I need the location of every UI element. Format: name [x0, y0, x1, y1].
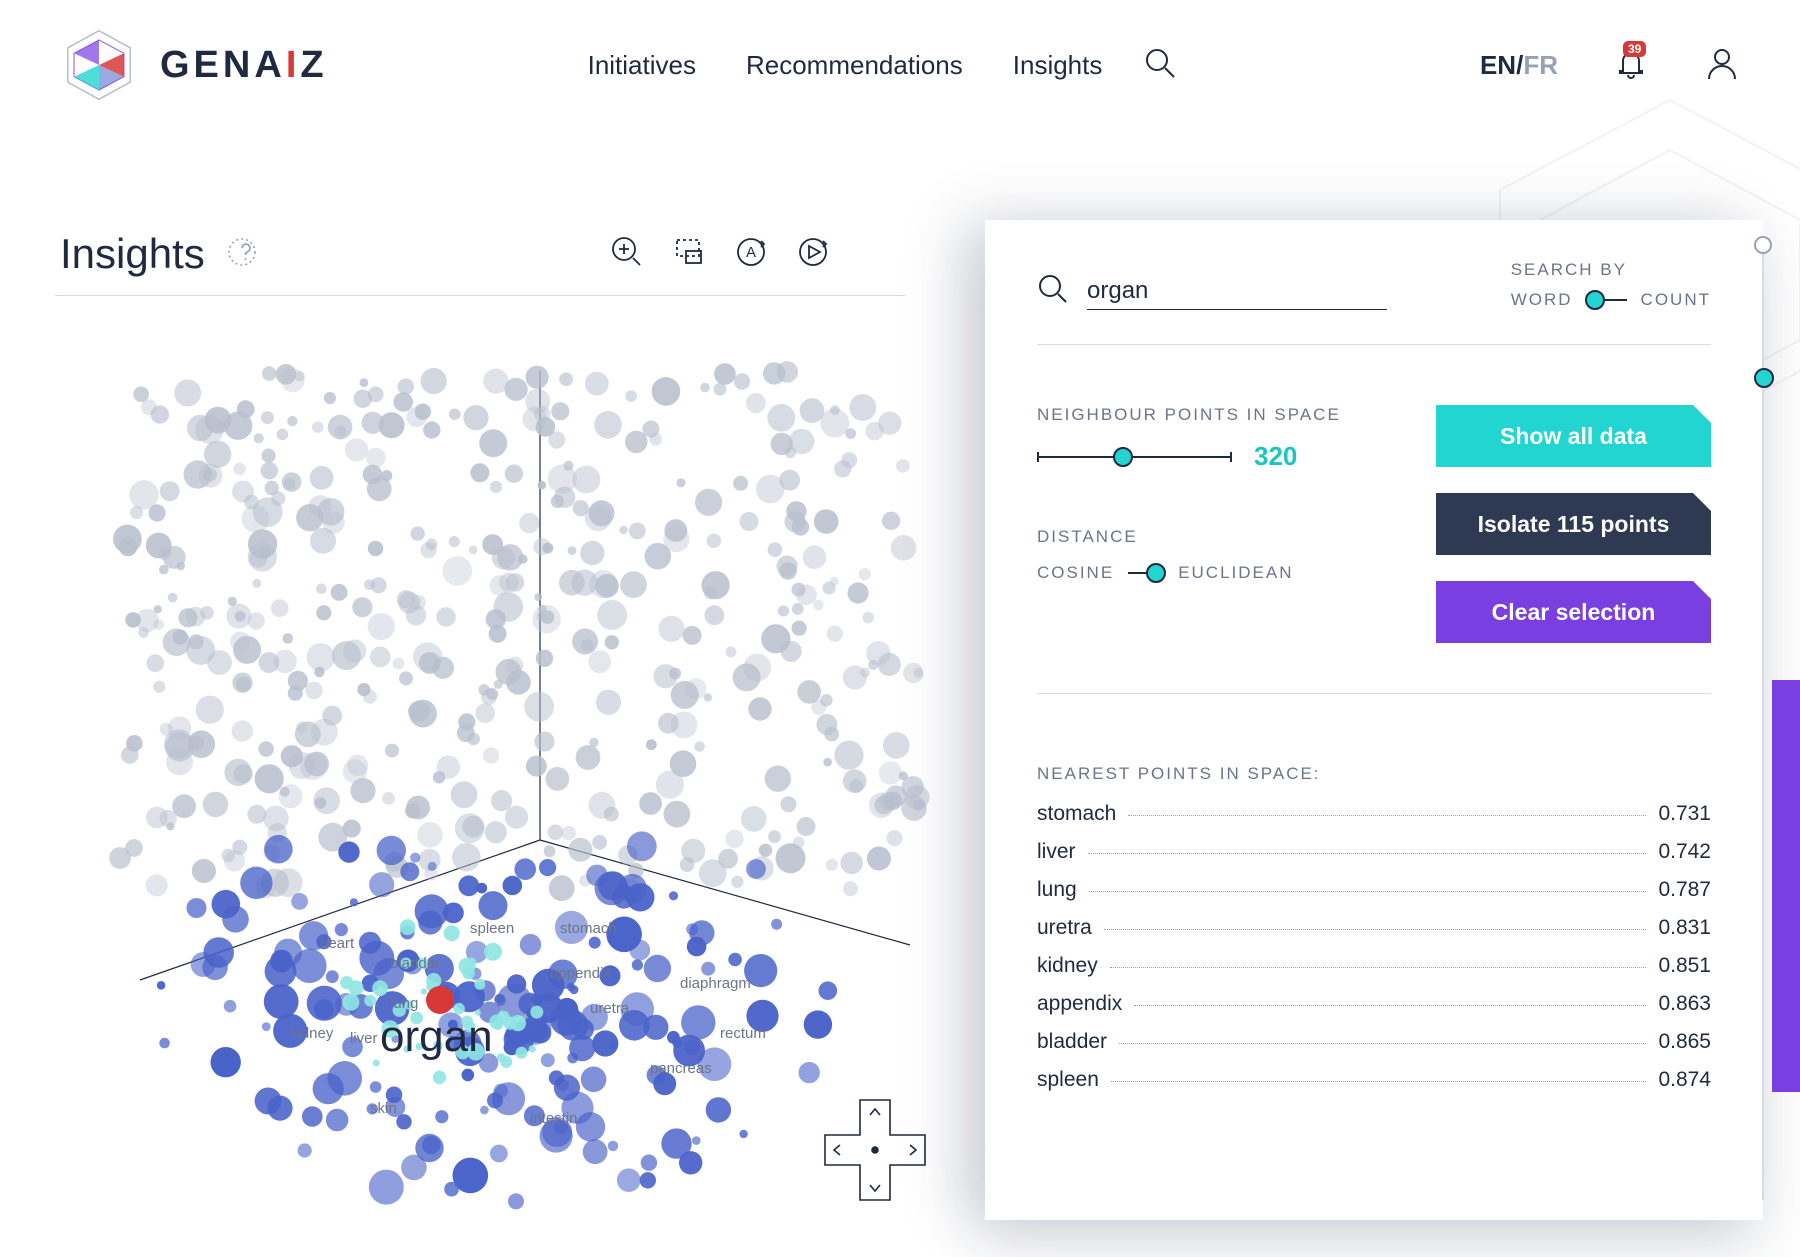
- search-by-label: SEARCH BY: [1511, 260, 1711, 280]
- nearest-value: 0.874: [1658, 1068, 1711, 1092]
- page-title: Insights: [60, 230, 205, 278]
- neighbour-value: 320: [1254, 441, 1297, 472]
- header-right: EN/FR 39: [1480, 45, 1740, 86]
- nearest-points: NEAREST POINTS IN SPACE: stomach 0.731 liv…: [1037, 764, 1711, 1092]
- nearest-label: stomach: [1037, 802, 1116, 826]
- nearest-row[interactable]: spleen 0.874: [1037, 1068, 1711, 1092]
- notifications-count: 39: [1623, 41, 1646, 57]
- clear-selection-button[interactable]: Clear selection: [1436, 581, 1711, 643]
- nearest-label: bladder: [1037, 1030, 1107, 1054]
- header: GENAIZ Initiatives Recommendations Insig…: [0, 0, 1800, 130]
- nav-recommendations[interactable]: Recommendations: [746, 50, 963, 81]
- search-icon[interactable]: [1142, 45, 1178, 86]
- selected-label: organ: [380, 1012, 493, 1062]
- box-select-icon[interactable]: [672, 235, 706, 274]
- show-all-button[interactable]: Show all data: [1436, 405, 1711, 467]
- nearest-value: 0.863: [1658, 992, 1711, 1016]
- help-icon[interactable]: [227, 237, 291, 272]
- page-header: Insights A: [0, 130, 900, 290]
- search-input[interactable]: [1087, 273, 1387, 310]
- viz-toolbar: A: [610, 235, 830, 274]
- nearest-label: liver: [1037, 840, 1076, 864]
- notifications-icon[interactable]: 39: [1613, 45, 1649, 86]
- panel-search-icon[interactable]: [1037, 273, 1069, 310]
- nearest-value: 0.731: [1658, 802, 1711, 826]
- logo-text: GENAIZ: [160, 44, 328, 87]
- search-by-toggle[interactable]: WORD COUNT: [1511, 290, 1711, 310]
- logo-icon: [60, 26, 138, 104]
- distance-label: DISTANCE: [1037, 527, 1396, 547]
- nearest-row[interactable]: kidney 0.851: [1037, 954, 1711, 978]
- nearest-label: lung: [1037, 878, 1077, 902]
- nearest-label: kidney: [1037, 954, 1098, 978]
- nearest-row[interactable]: stomach 0.731: [1037, 802, 1711, 826]
- nearest-row[interactable]: appendix 0.863: [1037, 992, 1711, 1016]
- zoom-in-icon[interactable]: [610, 235, 644, 274]
- nearest-value: 0.742: [1658, 840, 1711, 864]
- nav-insights[interactable]: Insights: [1013, 50, 1103, 81]
- neighbour-label: NEIGHBOUR POINTS IN SPACE: [1037, 405, 1396, 425]
- control-panel: SEARCH BY WORD COUNT NEIGHBOUR POINTS IN…: [985, 220, 1763, 1220]
- nearest-title: NEAREST POINTS IN SPACE:: [1037, 764, 1711, 784]
- nearest-row[interactable]: liver 0.742: [1037, 840, 1711, 864]
- toggle-count: COUNT: [1641, 290, 1711, 310]
- toggle-cosine: COSINE: [1037, 563, 1114, 583]
- side-accent: [1772, 680, 1800, 1092]
- reset-view-icon[interactable]: A: [734, 235, 768, 274]
- divider: [1037, 344, 1711, 345]
- nav-initiatives[interactable]: Initiatives: [588, 50, 696, 81]
- distance-toggle[interactable]: COSINE EUCLIDEAN: [1037, 563, 1396, 583]
- nearest-value: 0.831: [1658, 916, 1711, 940]
- divider: [1037, 693, 1711, 694]
- logo[interactable]: GENAIZ: [60, 26, 328, 104]
- dpad-control[interactable]: [820, 1095, 930, 1210]
- play-icon[interactable]: [796, 235, 830, 274]
- embedding-scatter[interactable]: heartspleenstomachbladderappendixdiaphra…: [80, 340, 950, 1180]
- selected-point[interactable]: [426, 986, 454, 1014]
- nearest-label: appendix: [1037, 992, 1122, 1016]
- divider: [55, 295, 905, 296]
- nearest-label: spleen: [1037, 1068, 1099, 1092]
- nearest-row[interactable]: bladder 0.865: [1037, 1030, 1711, 1054]
- user-icon[interactable]: [1704, 45, 1740, 86]
- nearest-value: 0.787: [1658, 878, 1711, 902]
- isolate-button[interactable]: Isolate 115 points: [1436, 493, 1711, 555]
- nearest-value: 0.851: [1658, 954, 1711, 978]
- nearest-value: 0.865: [1658, 1030, 1711, 1054]
- language-toggle[interactable]: EN/FR: [1480, 50, 1558, 81]
- neighbour-slider[interactable]: 320: [1037, 441, 1396, 472]
- nearest-label: uretra: [1037, 916, 1092, 940]
- svg-text:A: A: [746, 244, 756, 261]
- toggle-euclidean: EUCLIDEAN: [1178, 563, 1293, 583]
- toggle-word: WORD: [1511, 290, 1573, 310]
- nearest-row[interactable]: uretra 0.831: [1037, 916, 1711, 940]
- nearest-row[interactable]: lung 0.787: [1037, 878, 1711, 902]
- main-nav: Initiatives Recommendations Insights: [588, 50, 1103, 81]
